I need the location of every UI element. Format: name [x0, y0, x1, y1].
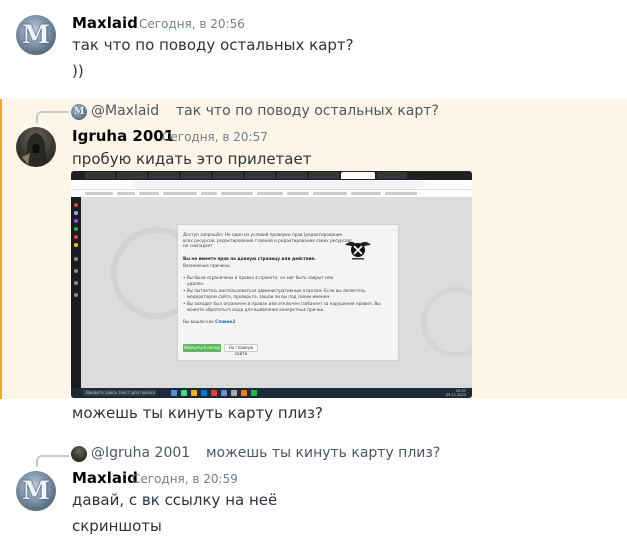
message-text: так что по поводу остальных карт?	[72, 36, 354, 54]
reply-spine	[36, 111, 69, 123]
browser-sidebar	[71, 197, 81, 388]
message-text: давай, с вк ссылку на неё	[72, 491, 278, 509]
reply-avatar[interactable]: M	[71, 104, 87, 120]
hooded-figure-icon	[22, 133, 48, 165]
reply-username[interactable]: @Maxlaid	[91, 103, 159, 119]
username[interactable]: Igruha 2001	[72, 127, 174, 145]
reply-spine	[36, 455, 69, 467]
image-attachment[interactable]: Доступ запрещён: Не один из условий пров…	[71, 171, 472, 398]
avatar-igruha[interactable]	[16, 127, 56, 167]
reply-preview[interactable]: так что по поводу остальных карт?	[176, 103, 439, 119]
web-page: Доступ запрещён: Не один из условий пров…	[81, 197, 472, 388]
back-button: Вернуться назад	[183, 344, 221, 352]
reply-avatar[interactable]	[71, 446, 87, 462]
avatar-letter-icon: M	[22, 476, 50, 505]
windows-taskbar: Введите здесь текст для поиска 20:57 09.1…	[71, 388, 472, 398]
username[interactable]: Maxlaid	[72, 14, 138, 32]
address-bar	[71, 180, 472, 190]
reply-username[interactable]: @Igruha 2001	[91, 445, 190, 461]
browser-tabbar	[71, 171, 472, 180]
timestamp: Сегодня, в 20:56	[139, 17, 245, 31]
timestamp: Сегодня, в 20:59	[132, 472, 238, 486]
timestamp: Сегодня, в 20:57	[162, 130, 268, 144]
message-text: скриншоты	[72, 517, 162, 535]
home-button: На главную сайта	[224, 344, 258, 356]
avatar-maxlaid[interactable]: M	[16, 15, 56, 55]
access-denied-dialog: Доступ запрещён: Не один из условий пров…	[178, 225, 398, 360]
avatar-maxlaid[interactable]: M	[16, 471, 56, 511]
reply-preview[interactable]: можешь ты кинуть карту плиз?	[206, 445, 440, 461]
avatar-letter-icon: M	[22, 20, 50, 49]
username[interactable]: Maxlaid	[72, 469, 138, 487]
message-text: пробую кидать это прилетает	[72, 150, 312, 168]
message-text: можешь ты кинуть карту плиз?	[72, 404, 323, 422]
message-text: ))	[72, 62, 84, 80]
